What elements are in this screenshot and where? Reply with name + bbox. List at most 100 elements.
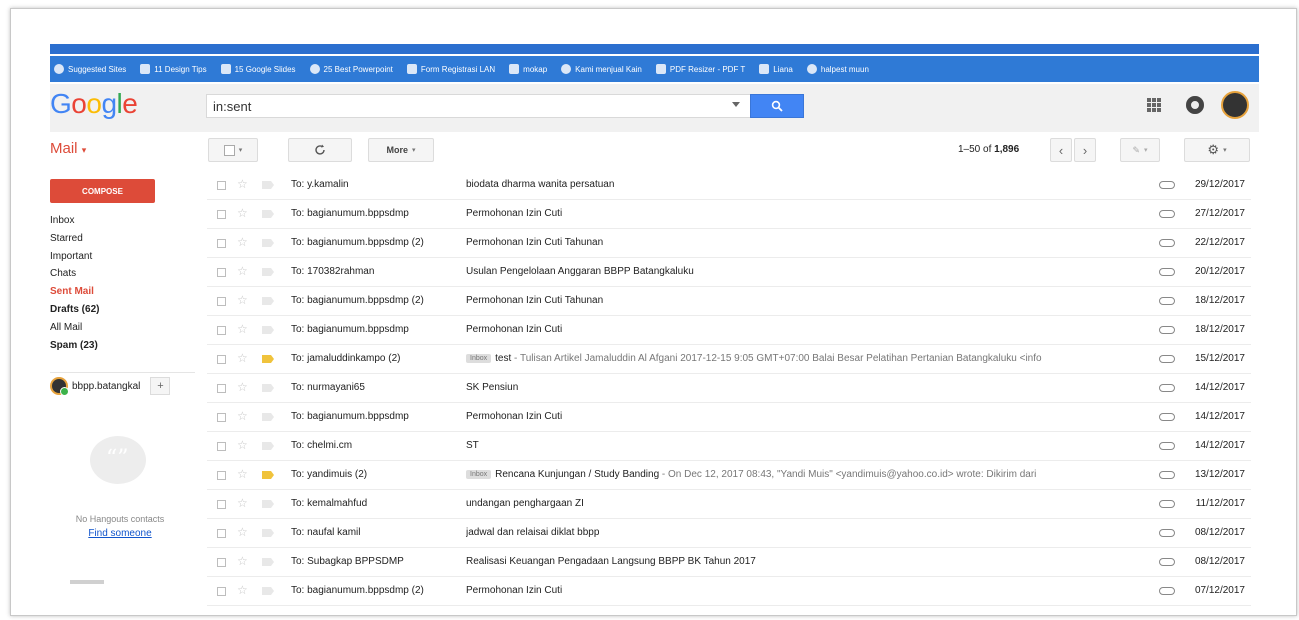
row-checkbox[interactable] bbox=[217, 297, 226, 306]
star-icon[interactable]: ☆ bbox=[237, 235, 248, 249]
apps-grid-icon[interactable] bbox=[1147, 98, 1161, 112]
sidebar-item-drafts[interactable]: Drafts (62) bbox=[50, 301, 190, 319]
row-checkbox[interactable] bbox=[217, 413, 226, 422]
email-row[interactable]: ☆ To: yandimuis (2) Inbox Rencana Kunjungan… bbox=[207, 461, 1251, 490]
email-row[interactable]: ☆ To: nurmayani65 SK Pensiun 14/12/2017 bbox=[207, 374, 1251, 403]
email-row[interactable]: ☆ To: bagianumum.bppsdmp (2) Permohonan Iz… bbox=[207, 577, 1251, 606]
row-checkbox[interactable] bbox=[217, 442, 226, 451]
star-icon[interactable]: ☆ bbox=[237, 554, 248, 568]
star-icon[interactable]: ☆ bbox=[237, 438, 248, 452]
row-checkbox[interactable] bbox=[217, 558, 226, 567]
star-icon[interactable]: ☆ bbox=[237, 583, 248, 597]
email-row[interactable]: ☆ To: bagianumum.bppsdmp Permohonan Izin C… bbox=[207, 403, 1251, 432]
email-row[interactable]: ☆ To: y.kamalin biodata dharma wanita pers… bbox=[207, 171, 1251, 200]
refresh-button[interactable] bbox=[288, 138, 352, 162]
sidebar-item-inbox[interactable]: Inbox bbox=[50, 212, 190, 230]
star-icon[interactable]: ☆ bbox=[237, 351, 248, 365]
mail-menu[interactable]: Mail ▾ bbox=[50, 140, 86, 157]
email-row[interactable]: ☆ To: bagianumum.bppsdmp (2) Permohonan Iz… bbox=[207, 287, 1251, 316]
bookmark-item[interactable]: Liana bbox=[759, 64, 793, 74]
select-checkbox-button[interactable]: ▾ bbox=[208, 138, 258, 162]
importance-marker-icon[interactable] bbox=[262, 181, 274, 189]
compose-button[interactable]: COMPOSE bbox=[50, 179, 155, 203]
importance-marker-icon[interactable] bbox=[262, 210, 274, 218]
star-icon[interactable]: ☆ bbox=[237, 264, 248, 278]
bookmark-item[interactable]: mokap bbox=[509, 64, 547, 74]
star-icon[interactable]: ☆ bbox=[237, 496, 248, 510]
sidebar-item-all-mail[interactable]: All Mail bbox=[50, 319, 190, 337]
importance-marker-icon[interactable] bbox=[262, 471, 274, 479]
star-icon[interactable]: ☆ bbox=[237, 380, 248, 394]
search-options-icon[interactable] bbox=[732, 102, 740, 107]
email-row[interactable]: ☆ To: chelmi.cm ST 14/12/2017 bbox=[207, 432, 1251, 461]
google-logo[interactable]: Google bbox=[50, 88, 138, 120]
importance-marker-icon[interactable] bbox=[262, 268, 274, 276]
importance-marker-icon[interactable] bbox=[262, 587, 274, 595]
importance-marker-icon[interactable] bbox=[262, 326, 274, 334]
star-icon[interactable]: ☆ bbox=[237, 206, 248, 220]
star-icon[interactable]: ☆ bbox=[237, 177, 248, 191]
bookmark-item[interactable]: Kami menjual Kain bbox=[561, 64, 642, 74]
sidebar-item-important[interactable]: Important bbox=[50, 248, 190, 266]
sidebar-item-spam[interactable]: Spam (23) bbox=[50, 337, 190, 355]
star-icon[interactable]: ☆ bbox=[237, 293, 248, 307]
sidebar-item-chats[interactable]: Chats bbox=[50, 265, 190, 283]
account-avatar[interactable] bbox=[1221, 91, 1249, 119]
email-row[interactable]: ☆ To: bagianumum.bppsdmp (2) Permohonan Iz… bbox=[207, 229, 1251, 258]
bookmark-item[interactable]: 11 Design Tips bbox=[140, 64, 207, 74]
importance-marker-icon[interactable] bbox=[262, 558, 274, 566]
email-row[interactable]: ☆ To: jamaluddinkampo (2) Inbox test - Tuli… bbox=[207, 345, 1251, 374]
sidebar-scrollbar[interactable] bbox=[70, 580, 104, 584]
star-icon[interactable]: ☆ bbox=[237, 322, 248, 336]
older-button[interactable]: › bbox=[1074, 138, 1096, 162]
row-checkbox[interactable] bbox=[217, 529, 226, 538]
sidebar-item-starred[interactable]: Starred bbox=[50, 230, 190, 248]
more-button[interactable]: More ▾ bbox=[368, 138, 434, 162]
bookmark-item[interactable]: 15 Google Slides bbox=[220, 64, 296, 74]
bookmark-item[interactable]: 25 Best Powerpoint bbox=[309, 64, 393, 74]
notifications-icon[interactable] bbox=[1186, 96, 1204, 114]
email-row[interactable]: ☆ To: bagianumum.bppsdmp Permohonan Izin C… bbox=[207, 316, 1251, 345]
search-input[interactable]: in:sent bbox=[206, 94, 798, 118]
importance-marker-icon[interactable] bbox=[262, 500, 274, 508]
sidebar-item-sent-mail[interactable]: Sent Mail bbox=[50, 283, 190, 301]
inbox-label-badge[interactable]: Inbox bbox=[466, 354, 492, 363]
search-button[interactable] bbox=[750, 94, 804, 118]
email-row[interactable]: ☆ To: naufal kamil jadwal dan relaisai dik… bbox=[207, 519, 1251, 548]
email-row[interactable]: ☆ To: kemalmahfud undangan penghargaan ZI 1… bbox=[207, 490, 1251, 519]
bookmark-item[interactable]: PDF Resizer - PDF T bbox=[655, 64, 745, 74]
settings-button[interactable]: ⚙ ▾ bbox=[1184, 138, 1250, 162]
row-checkbox[interactable] bbox=[217, 471, 226, 480]
importance-marker-icon[interactable] bbox=[262, 239, 274, 247]
importance-marker-icon[interactable] bbox=[262, 355, 274, 363]
importance-marker-icon[interactable] bbox=[262, 442, 274, 450]
bookmark-item[interactable]: halpest muun bbox=[806, 64, 869, 74]
email-row[interactable]: ☆ To: Subagkap BPPSDMP Realisasi Keuangan … bbox=[207, 548, 1251, 577]
importance-marker-icon[interactable] bbox=[262, 413, 274, 421]
newer-button[interactable]: ‹ bbox=[1050, 138, 1072, 162]
inbox-label-badge[interactable]: Inbox bbox=[466, 470, 492, 479]
row-checkbox[interactable] bbox=[217, 239, 226, 248]
importance-marker-icon[interactable] bbox=[262, 297, 274, 305]
star-icon[interactable]: ☆ bbox=[237, 467, 248, 481]
row-checkbox[interactable] bbox=[217, 355, 226, 364]
importance-marker-icon[interactable] bbox=[262, 384, 274, 392]
star-icon[interactable]: ☆ bbox=[237, 409, 248, 423]
email-row[interactable]: ☆ To: 170382rahman Usulan Pengelolaan Angg… bbox=[207, 258, 1251, 287]
bookmark-item[interactable]: Form Registrasi LAN bbox=[406, 64, 495, 74]
row-checkbox[interactable] bbox=[217, 587, 226, 596]
row-checkbox[interactable] bbox=[217, 210, 226, 219]
row-checkbox[interactable] bbox=[217, 384, 226, 393]
bookmark-item[interactable]: Suggested Sites bbox=[54, 64, 126, 74]
row-checkbox[interactable] bbox=[217, 326, 226, 335]
add-contact-button[interactable]: + bbox=[150, 377, 171, 395]
hangouts-user-row[interactable]: bbpp.batangkal + bbox=[50, 372, 195, 397]
input-tools-button[interactable]: ✎ ▾ bbox=[1120, 138, 1160, 162]
find-someone-link[interactable]: Find someone bbox=[50, 528, 190, 539]
email-row[interactable]: ☆ To: bagianumum.bppsdmp Permohonan Izin C… bbox=[207, 200, 1251, 229]
row-checkbox[interactable] bbox=[217, 181, 226, 190]
star-icon[interactable]: ☆ bbox=[237, 525, 248, 539]
importance-marker-icon[interactable] bbox=[262, 529, 274, 537]
row-checkbox[interactable] bbox=[217, 268, 226, 277]
row-checkbox[interactable] bbox=[217, 500, 226, 509]
